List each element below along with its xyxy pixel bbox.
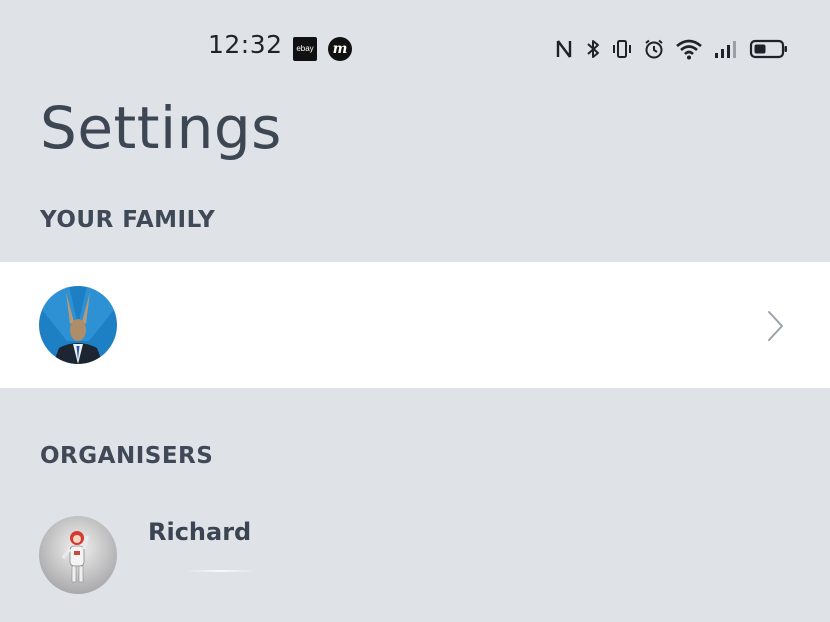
- battery-icon: [749, 39, 787, 59]
- system-icons: [555, 36, 789, 62]
- section-header-your-family: YOUR FAMILY: [40, 207, 216, 233]
- vibrate-icon: [613, 40, 631, 58]
- organiser-name: Richard: [148, 518, 252, 546]
- organiser-item[interactable]: Richard: [0, 505, 830, 622]
- m-app-icon: m: [328, 37, 352, 61]
- rabbit-avatar-image: [39, 286, 117, 364]
- avatar: [39, 286, 117, 364]
- astronaut-avatar-image: [39, 516, 117, 594]
- organiser-avatar: [39, 516, 117, 594]
- family-row[interactable]: [0, 262, 830, 388]
- section-header-organisers: ORGANISERS: [40, 443, 214, 469]
- wifi-icon: [676, 39, 702, 60]
- status-time: 12:32: [208, 30, 283, 59]
- signal-icon: [715, 41, 736, 58]
- alarm-icon: [645, 39, 663, 59]
- status-bar: 12:32 ebay m: [0, 0, 830, 96]
- organiser-subtitle-faint: [186, 570, 256, 572]
- page-title: Settings: [40, 94, 282, 162]
- bluetooth-icon: [587, 40, 599, 58]
- chevron-right-icon: [768, 311, 783, 341]
- nfc-icon: [556, 40, 572, 58]
- ebay-icon: ebay: [293, 37, 317, 61]
